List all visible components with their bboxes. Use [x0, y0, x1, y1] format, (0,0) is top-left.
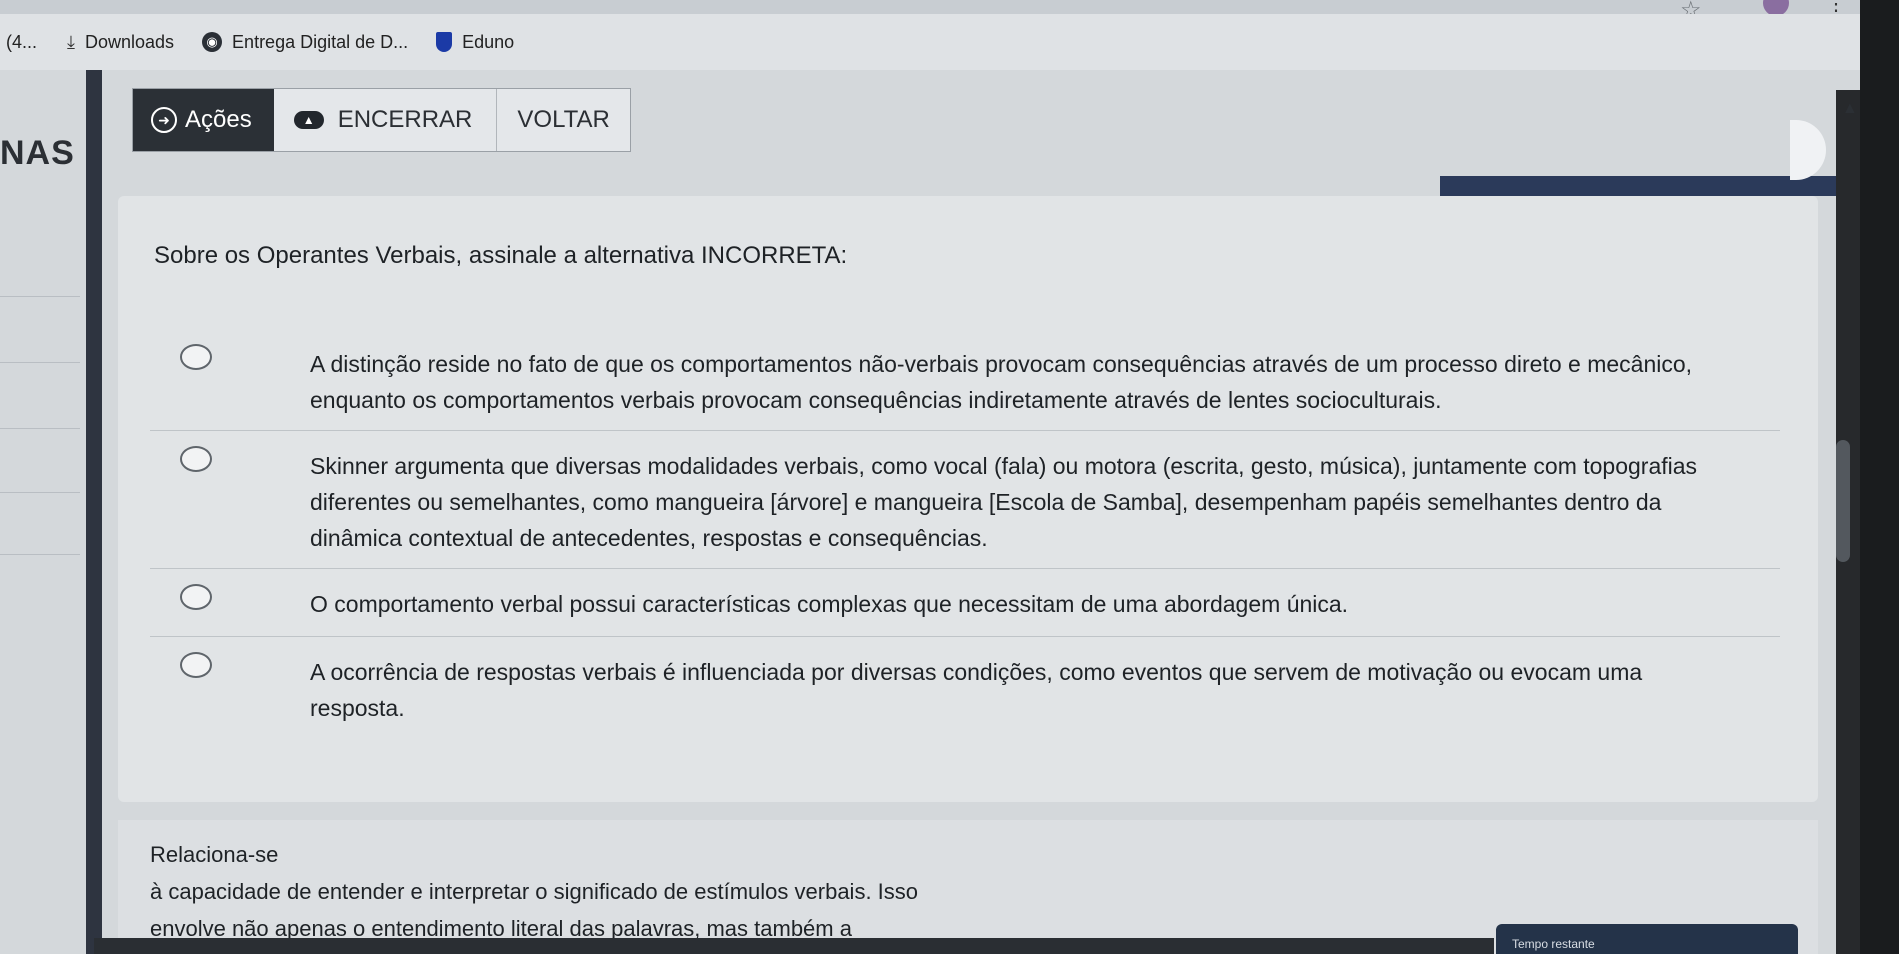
- bookmark-eduno[interactable]: Eduno: [436, 32, 514, 53]
- download-icon: ⤓: [67, 31, 75, 52]
- option-separator: [150, 430, 1780, 431]
- eduno-icon: [436, 32, 453, 52]
- divider: [0, 296, 80, 297]
- sidebar-edge: [86, 70, 102, 954]
- divider: [0, 554, 80, 555]
- divider: [0, 428, 80, 429]
- option-separator: [150, 636, 1780, 637]
- bookmark-tab-label: (4...: [6, 31, 38, 52]
- scrollbar-thumb[interactable]: [1836, 440, 1850, 562]
- bottom-edge: [94, 938, 1494, 954]
- bookmark-entrega-digital[interactable]: ◉ Entrega Digital de D...: [202, 32, 408, 53]
- time-remaining-label: Tempo restante: [1512, 937, 1595, 951]
- header-accent-bar: [1440, 176, 1836, 196]
- encerrar-button[interactable]: ▲ ENCERRAR: [274, 89, 498, 151]
- side-heading: NAS: [0, 134, 75, 172]
- voltar-button[interactable]: VOLTAR: [497, 89, 629, 151]
- bookmarks-bar: (4... ⤓ Downloads ◉ Entrega Digital de D…: [0, 14, 1860, 70]
- radio-button[interactable]: [180, 652, 212, 678]
- panel-edge: [1790, 120, 1826, 180]
- option-text: A distinção reside no fato de que os com…: [310, 351, 1693, 413]
- next-question-text: Relaciona-se à capacidade de entender e …: [150, 836, 1050, 947]
- acoes-button[interactable]: ➜ Ações: [133, 89, 274, 151]
- globe-icon: ◉: [202, 32, 223, 52]
- time-remaining-panel: Tempo restante: [1496, 924, 1798, 954]
- encerrar-label: ENCERRAR: [337, 106, 473, 133]
- actions-toolbar: ➜ Ações ▲ ENCERRAR VOLTAR: [132, 88, 631, 152]
- bookmark-downloads[interactable]: ⤓ Downloads: [67, 32, 174, 53]
- radio-button[interactable]: [180, 584, 212, 610]
- option-separator: [150, 568, 1780, 569]
- scroll-up-icon[interactable]: ▲: [1842, 100, 1858, 118]
- option-text: O comportamento verbal possui caracterís…: [310, 591, 1349, 617]
- question-prompt: Sobre os Operantes Verbais, assinale a a…: [154, 242, 848, 269]
- voltar-label: VOLTAR: [517, 106, 610, 133]
- arrow-right-circle-icon: ➜: [151, 107, 177, 133]
- browser-window: ☆ ⋮ (4... ⤓ Downloads ◉ Entrega Digital …: [0, 0, 1860, 954]
- bookmark-eduno-label: Eduno: [462, 31, 515, 52]
- divider: [0, 492, 80, 493]
- option-text: Skinner argumenta que diversas modalidad…: [310, 453, 1698, 551]
- option-text: A ocorrência de respostas verbais é infl…: [310, 659, 1643, 721]
- divider: [0, 362, 80, 363]
- acoes-label: Ações: [185, 106, 252, 133]
- bookmark-tab[interactable]: (4...: [6, 32, 37, 53]
- bookmark-entrega-label: Entrega Digital de D...: [232, 31, 409, 52]
- radio-button[interactable]: [180, 446, 212, 472]
- radio-button[interactable]: [180, 344, 212, 370]
- next-line: à capacidade de entender e interpretar o…: [150, 879, 919, 904]
- cloud-upload-icon: ▲: [293, 111, 324, 129]
- next-line: Relaciona-se: [150, 842, 279, 867]
- bookmark-downloads-label: Downloads: [84, 31, 175, 52]
- address-bar-strip: ☆ ⋮: [0, 0, 1860, 24]
